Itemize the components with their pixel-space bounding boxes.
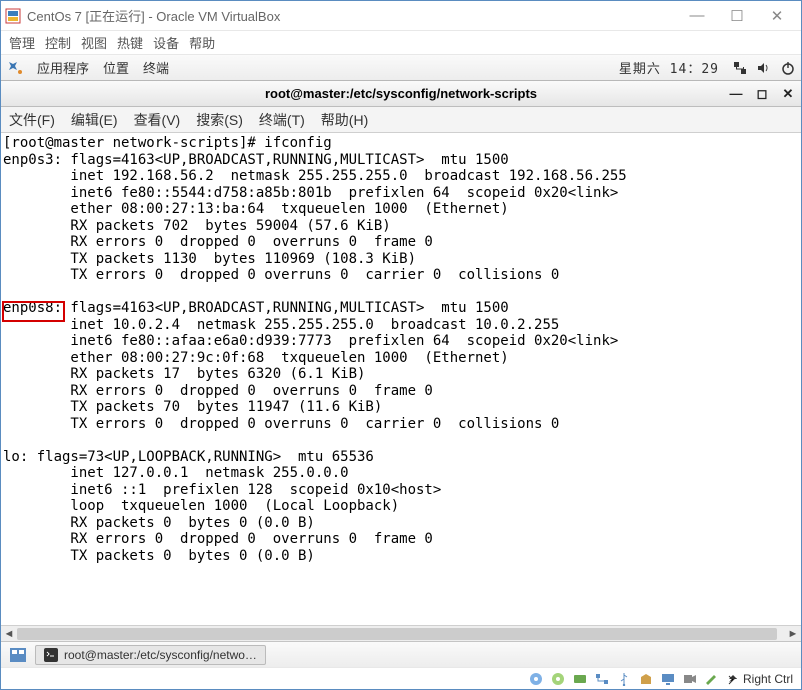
vbox-logo-icon (5, 8, 21, 24)
gnome-terminal-launcher[interactable]: 终端 (143, 58, 169, 77)
taskbar-entry-label: root@master:/etc/sysconfig/netwo… (64, 648, 257, 662)
term-menu-search[interactable]: 搜索(S) (196, 110, 243, 130)
vbox-titlebar[interactable]: CentOs 7 [正在运行] - Oracle VM VirtualBox —… (1, 1, 801, 31)
terminal-window: root@master:/etc/sysconfig/network-scrip… (1, 81, 801, 641)
status-mouse-icon[interactable] (705, 672, 719, 686)
term-close-button[interactable]: ✕ (781, 86, 795, 102)
vbox-maximize-button[interactable]: ☐ (717, 7, 757, 25)
gnome-places[interactable]: 位置 (103, 58, 129, 77)
scroll-track[interactable] (17, 626, 785, 642)
vbox-menu-help[interactable]: 帮助 (189, 33, 215, 52)
status-record-icon[interactable] (683, 672, 697, 686)
status-hdd-icon[interactable] (573, 672, 587, 686)
terminal-title: root@master:/etc/sysconfig/network-scrip… (265, 86, 537, 101)
hostkey-text: Right Ctrl (743, 672, 793, 686)
terminal-menubar: 文件(F) 编辑(E) 查看(V) 搜索(S) 终端(T) 帮助(H) (1, 107, 801, 133)
volume-icon[interactable] (757, 61, 771, 75)
vbox-minimize-button[interactable]: — (677, 7, 717, 25)
vbox-menu-device[interactable]: 设备 (153, 33, 179, 52)
network-icon[interactable] (733, 61, 747, 75)
term-menu-edit[interactable]: 编辑(E) (71, 110, 118, 130)
power-icon[interactable] (781, 61, 795, 75)
gnome-applications[interactable]: 应用程序 (37, 58, 89, 77)
taskbar-entry-terminal[interactable]: root@master:/etc/sysconfig/netwo… (35, 645, 266, 665)
term-minimize-button[interactable]: — (729, 86, 743, 101)
vbox-status-bar: Right Ctrl (1, 667, 801, 689)
vbox-menu-hotkey[interactable]: 热键 (117, 33, 143, 52)
term-menu-view[interactable]: 查看(V) (134, 110, 181, 130)
status-display-icon[interactable] (661, 672, 675, 686)
status-shared-icon[interactable] (639, 672, 653, 686)
gnome-activities-icon[interactable] (7, 60, 23, 76)
vbox-menubar: 管理 控制 视图 热键 设备 帮助 (1, 31, 801, 55)
highlight-annotation (2, 301, 65, 322)
terminal-icon (44, 648, 58, 662)
term-menu-help[interactable]: 帮助(H) (321, 110, 368, 130)
terminal-titlebar[interactable]: root@master:/etc/sysconfig/network-scrip… (1, 81, 801, 107)
vbox-menu-manage[interactable]: 管理 (9, 33, 35, 52)
scroll-thumb[interactable] (17, 628, 777, 640)
scroll-right-icon[interactable]: ► (785, 628, 801, 640)
status-usb-icon[interactable] (617, 672, 631, 686)
term-menu-terminal[interactable]: 终端(T) (259, 110, 305, 130)
terminal-body[interactable]: [root@master network-scripts]# ifconfig … (1, 133, 801, 625)
gnome-taskbar: root@master:/etc/sysconfig/netwo… (1, 641, 801, 667)
vbox-menu-view[interactable]: 视图 (81, 33, 107, 52)
terminal-scrollbar-h[interactable]: ◄ ► (1, 625, 801, 641)
vbox-window-title: CentOs 7 [正在运行] - Oracle VM VirtualBox (27, 6, 677, 25)
hostkey-indicator[interactable]: Right Ctrl (727, 672, 793, 686)
gnome-clock[interactable]: 星期六 14：29 (619, 58, 719, 77)
scroll-left-icon[interactable]: ◄ (1, 628, 17, 640)
status-disk-icon[interactable] (529, 672, 543, 686)
term-menu-file[interactable]: 文件(F) (9, 110, 55, 130)
status-optical-icon[interactable] (551, 672, 565, 686)
term-maximize-button[interactable]: ◻ (755, 86, 769, 102)
status-network-icon[interactable] (595, 672, 609, 686)
gnome-top-bar: 应用程序 位置 终端 星期六 14：29 (1, 55, 801, 81)
chevron-down-icon (727, 673, 739, 685)
vbox-menu-control[interactable]: 控制 (45, 33, 71, 52)
show-desktop-button[interactable] (7, 645, 29, 665)
vbox-close-button[interactable]: ✕ (757, 7, 797, 25)
